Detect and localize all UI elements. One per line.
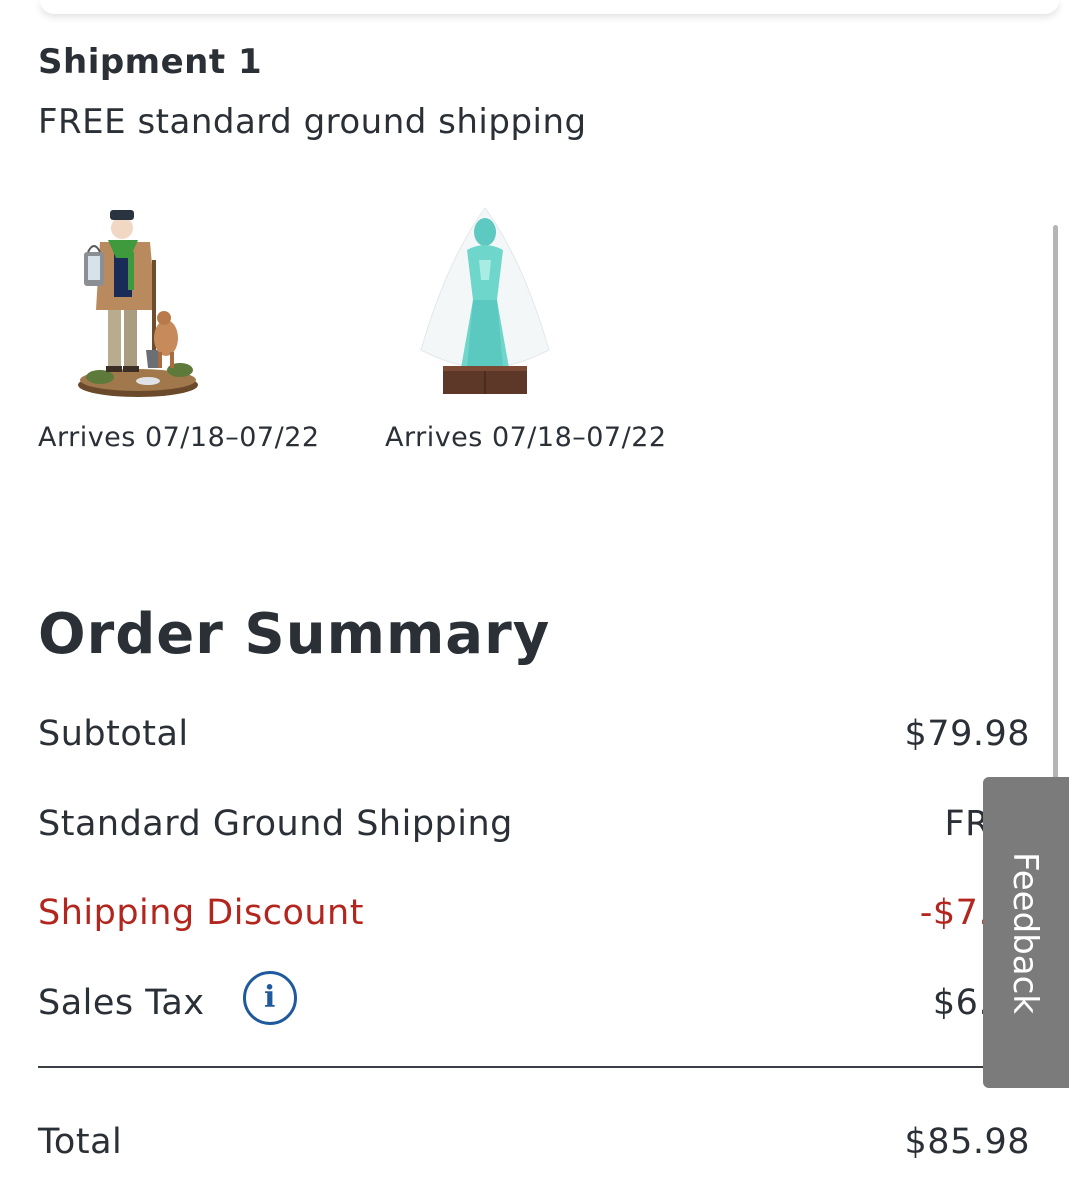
feedback-tab[interactable]: Feedback [983,777,1069,1088]
feedback-label: Feedback [1005,851,1045,1014]
header-card-edge [40,0,1059,14]
order-summary-title: Order Summary [38,602,551,667]
shipment-item[interactable]: Arrives 07/18–07/22 [385,200,685,453]
info-icon[interactable]: i [243,971,297,1025]
shipping-discount-value: -$7. [919,893,990,933]
total-value: $85.98 [904,1122,1030,1162]
product-image[interactable] [385,200,585,410]
subtotal-value: $79.98 [904,714,1030,754]
summary-divider [38,1066,1030,1068]
sales-tax-label: Sales Tax [38,983,205,1023]
shipment-item[interactable]: Arrives 07/18–07/22 [38,200,338,453]
shipping-method: FREE standard ground shipping [38,102,587,142]
shipment-title: Shipment 1 [38,42,263,82]
shipping-discount-row: Shipping Discount -$7. [38,893,1030,943]
arrival-date: Arrives 07/18–07/22 [38,422,320,453]
shipping-row: Standard Ground Shipping FR [38,804,1030,854]
product-image[interactable] [38,200,238,410]
arrival-date: Arrives 07/18–07/22 [385,422,667,453]
sales-tax-row: Sales Tax i $6. [38,971,1030,1033]
subtotal-row: Subtotal $79.98 [38,714,1030,764]
scrollbar[interactable] [1053,225,1058,780]
total-row: Total $85.98 [38,1122,1030,1172]
shipping-discount-label: Shipping Discount [38,893,364,933]
sales-tax-value: $6. [932,983,990,1023]
total-label: Total [38,1122,123,1162]
shipping-label: Standard Ground Shipping [38,804,513,844]
subtotal-label: Subtotal [38,714,189,754]
checkout-page: Shipment 1 FREE standard ground shipping [0,0,1069,1200]
